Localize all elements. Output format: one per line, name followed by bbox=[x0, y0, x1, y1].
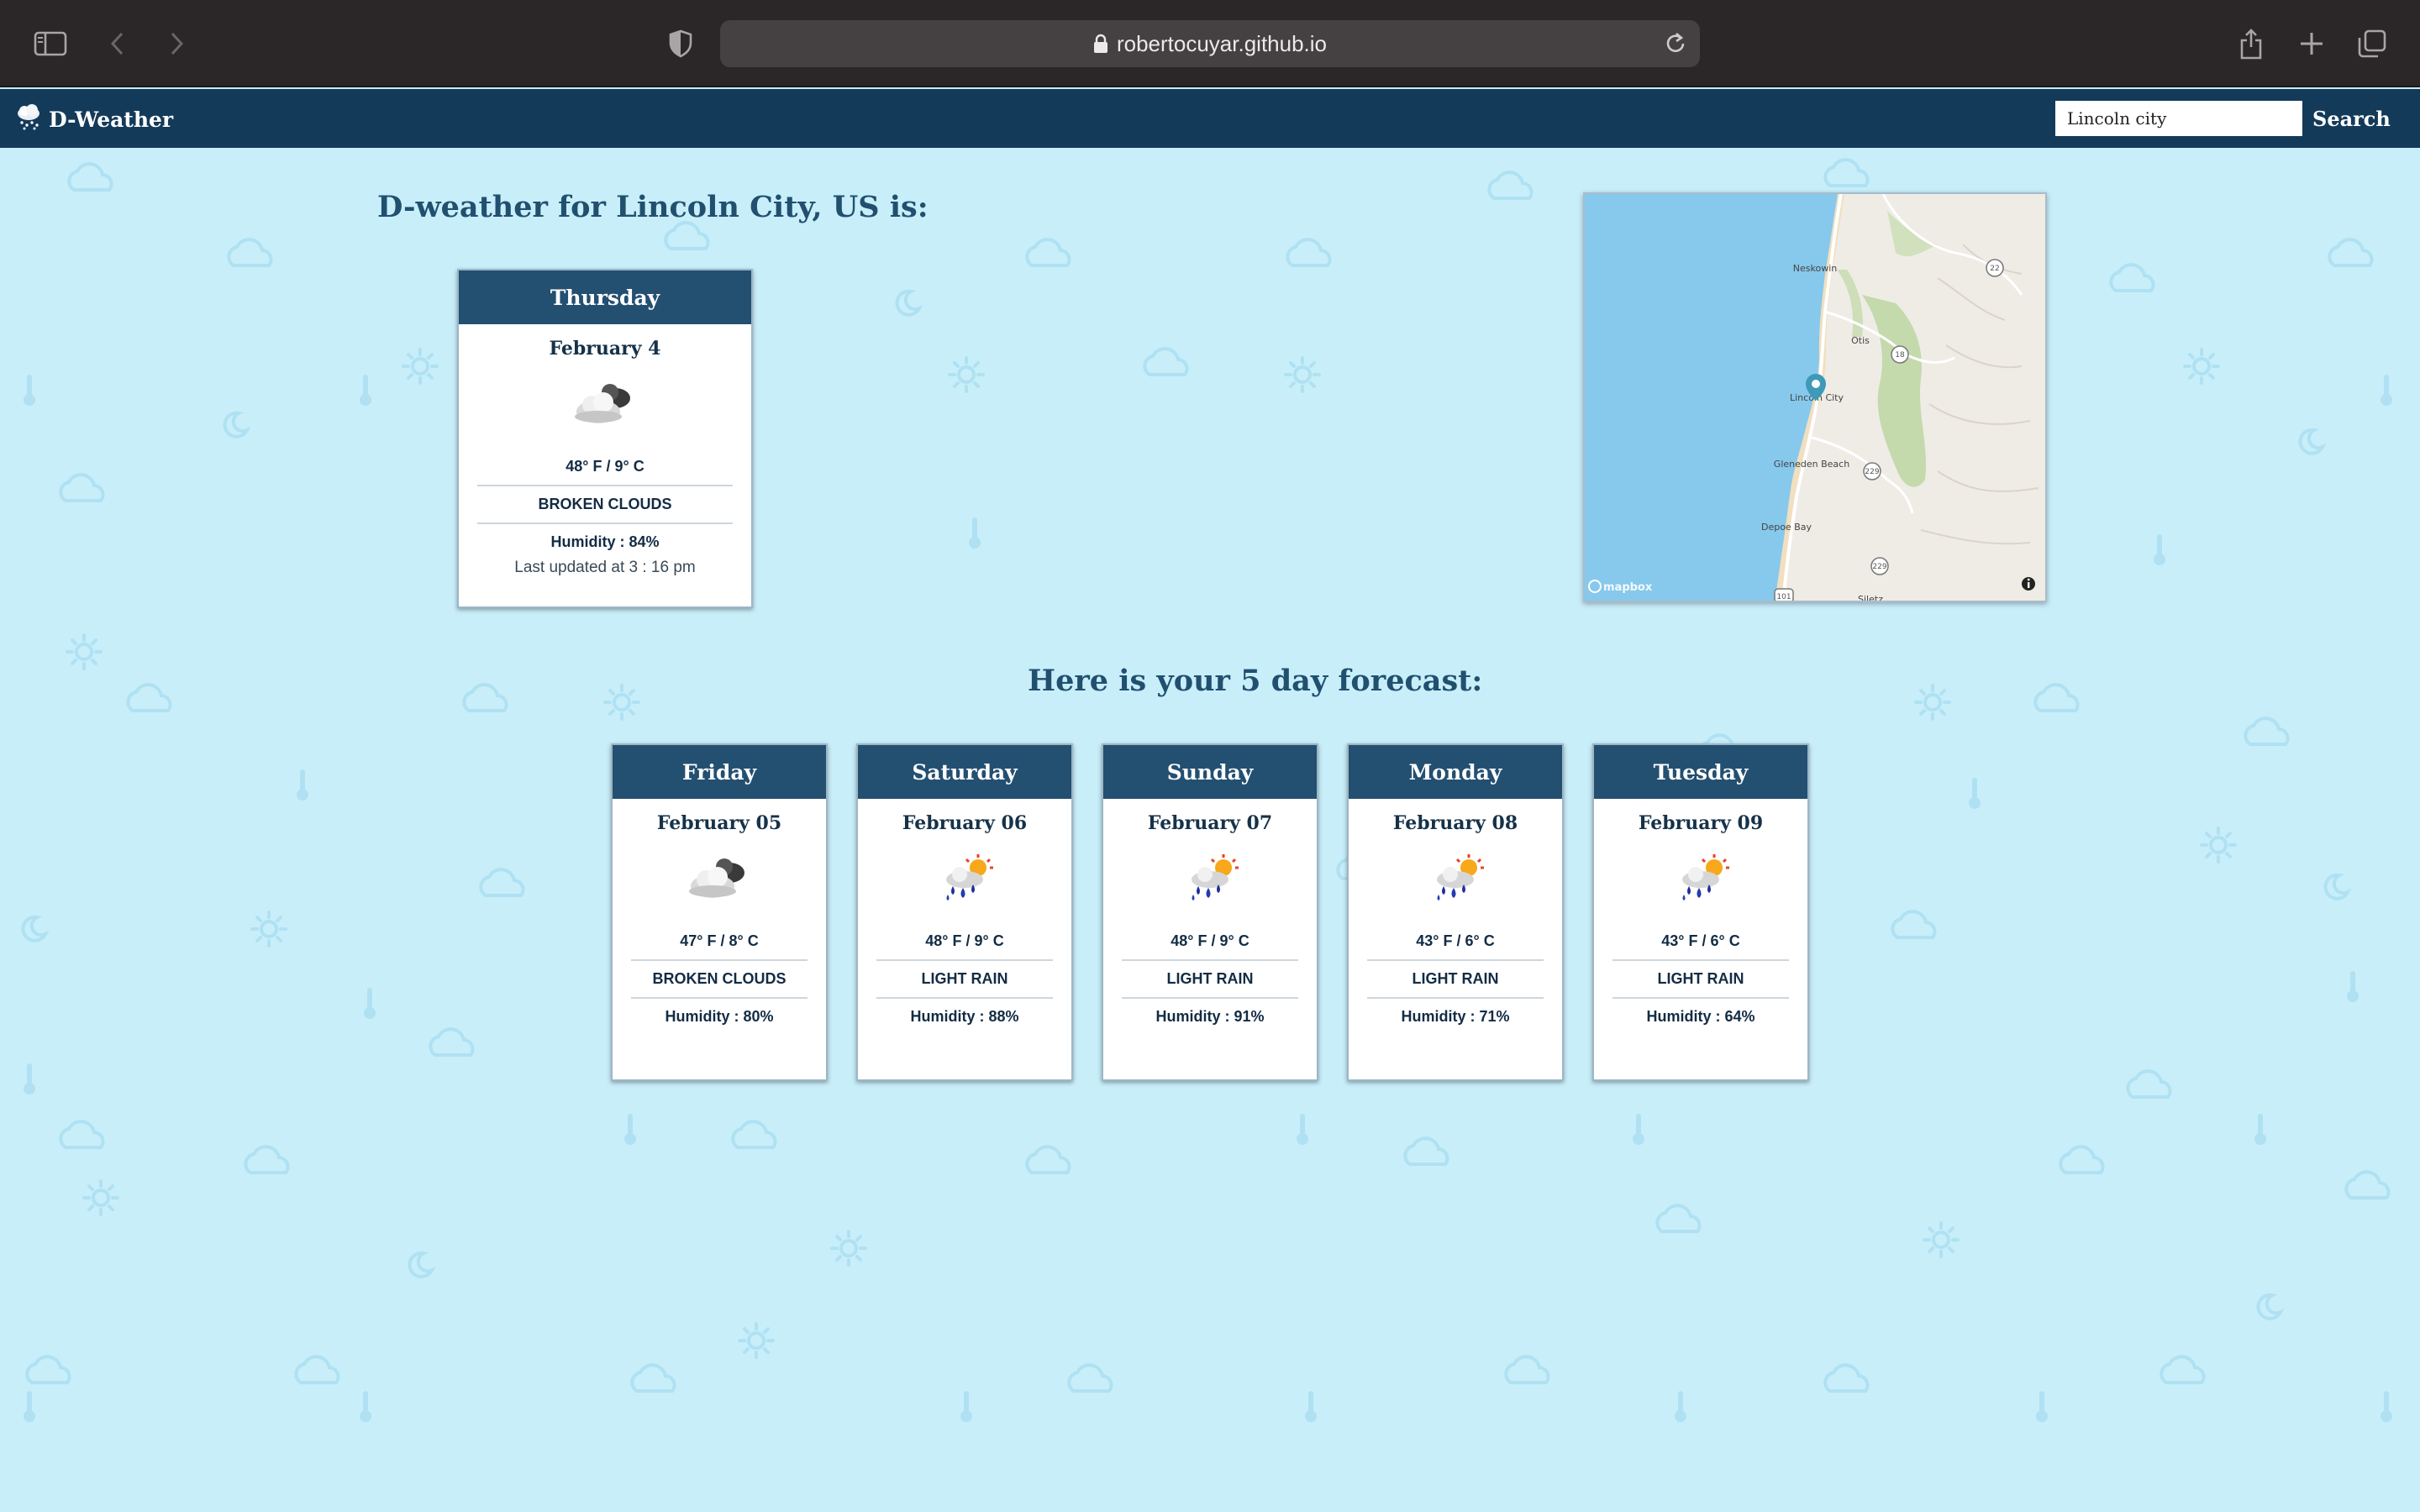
forecast-temperature: 43° F / 6° C bbox=[1612, 923, 1789, 961]
forecast-humidity: Humidity : 71% bbox=[1401, 1008, 1510, 1025]
card-humidity: Humidity : 84% bbox=[550, 533, 660, 550]
tab-overview-icon[interactable] bbox=[2354, 25, 2391, 62]
map-info-icon[interactable] bbox=[2022, 577, 2035, 591]
card-day: Thursday bbox=[459, 270, 751, 324]
forecast-humidity: Humidity : 80% bbox=[665, 1008, 774, 1025]
app-navbar: D-Weather Search bbox=[0, 89, 2420, 148]
forecast-card: Monday February 08 43° F / 6° C LIGHT RA… bbox=[1347, 743, 1564, 1081]
forecast-date: February 09 bbox=[1638, 812, 1764, 834]
forward-icon[interactable] bbox=[158, 25, 195, 62]
forecast-day: Monday bbox=[1349, 745, 1562, 799]
snow-cloud-icon bbox=[15, 102, 44, 136]
current-weather-heading: D-weather for Lincoln City, US is: bbox=[377, 190, 929, 224]
forecast-condition: LIGHT RAIN bbox=[876, 961, 1053, 999]
forecast-heading: Here is your 5 day forecast: bbox=[1028, 664, 1483, 698]
map-shield: 22 bbox=[1990, 265, 1999, 273]
broken-clouds-icon bbox=[686, 854, 753, 905]
lock-icon bbox=[1093, 34, 1108, 54]
location-map[interactable]: 22 18 229 229 101 Neskowin Otis Lincoln … bbox=[1583, 192, 2047, 602]
share-icon[interactable] bbox=[2233, 25, 2270, 62]
map-shield: 229 bbox=[1872, 563, 1886, 571]
light-rain-icon bbox=[1422, 854, 1489, 905]
map-label-depoe-bay: Depoe Bay bbox=[1761, 522, 1812, 533]
map-label-siletz: Siletz bbox=[1858, 594, 1883, 602]
forecast-card: Sunday February 07 48° F / 9° C LIGHT RA… bbox=[1102, 743, 1318, 1081]
map-label-neskowin: Neskowin bbox=[1793, 263, 1837, 274]
map-shield: 101 bbox=[1776, 593, 1791, 601]
forecast-card: Tuesday February 09 43° F / 6° C LIGHT R… bbox=[1592, 743, 1809, 1081]
new-tab-icon[interactable] bbox=[2293, 25, 2330, 62]
address-bar[interactable]: robertocuyar.github.io bbox=[720, 20, 1700, 67]
forecast-date: February 05 bbox=[656, 812, 782, 834]
forecast-temperature: 47° F / 8° C bbox=[631, 923, 808, 961]
map-label-gleneden-beach: Gleneden Beach bbox=[1774, 459, 1849, 470]
map-shield: 18 bbox=[1895, 351, 1905, 360]
forecast-humidity: Humidity : 88% bbox=[910, 1008, 1019, 1025]
forecast-day: Saturday bbox=[858, 745, 1071, 799]
broken-clouds-icon bbox=[571, 380, 639, 430]
forecast-condition: LIGHT RAIN bbox=[1122, 961, 1298, 999]
mapbox-attribution: mapbox bbox=[1603, 581, 1653, 594]
forecast-date: February 08 bbox=[1392, 812, 1518, 834]
card-condition: BROKEN CLOUDS bbox=[477, 486, 733, 524]
map-label-otis: Otis bbox=[1851, 335, 1870, 346]
forecast-day: Sunday bbox=[1103, 745, 1317, 799]
brand-name: D-Weather bbox=[49, 107, 174, 132]
light-rain-icon bbox=[1667, 854, 1734, 905]
brand-logo[interactable]: D-Weather bbox=[15, 102, 173, 136]
forecast-condition: LIGHT RAIN bbox=[1367, 961, 1544, 999]
light-rain-icon bbox=[1176, 854, 1244, 905]
card-last-updated: Last updated at 3 : 16 pm bbox=[514, 559, 696, 576]
forecast-condition: BROKEN CLOUDS bbox=[631, 961, 808, 999]
forecast-condition: LIGHT RAIN bbox=[1612, 961, 1789, 999]
forecast-temperature: 48° F / 9° C bbox=[1122, 923, 1298, 961]
current-weather-card: Thursday February 4 48° F / 9° C BROKEN … bbox=[457, 269, 753, 608]
forecast-date: February 07 bbox=[1147, 812, 1273, 834]
forecast-card: Saturday February 06 48° F / 9° C LIGHT … bbox=[856, 743, 1073, 1081]
forecast-humidity: Humidity : 64% bbox=[1646, 1008, 1755, 1025]
browser-toolbar: robertocuyar.github.io bbox=[0, 0, 2420, 87]
forecast-day: Tuesday bbox=[1594, 745, 1807, 799]
privacy-shield-icon[interactable] bbox=[662, 25, 699, 62]
forecast-temperature: 48° F / 9° C bbox=[876, 923, 1053, 961]
sidebar-toggle-icon[interactable] bbox=[32, 25, 69, 62]
forecast-temperature: 43° F / 6° C bbox=[1367, 923, 1544, 961]
search-button[interactable]: Search bbox=[2312, 101, 2391, 136]
map-shield: 229 bbox=[1865, 468, 1879, 476]
forecast-humidity: Humidity : 91% bbox=[1155, 1008, 1265, 1025]
forecast-day: Friday bbox=[613, 745, 826, 799]
reload-icon[interactable] bbox=[1665, 30, 1688, 55]
address-text: robertocuyar.github.io bbox=[1116, 30, 1328, 56]
back-icon[interactable] bbox=[99, 25, 136, 62]
card-temperature: 48° F / 9° C bbox=[477, 449, 733, 486]
city-search-input[interactable] bbox=[2055, 101, 2302, 136]
light-rain-icon bbox=[931, 854, 998, 905]
card-date: February 4 bbox=[549, 338, 661, 360]
forecast-card: Friday February 05 47° F / 8° C BROKEN C… bbox=[611, 743, 828, 1081]
forecast-date: February 06 bbox=[902, 812, 1028, 834]
